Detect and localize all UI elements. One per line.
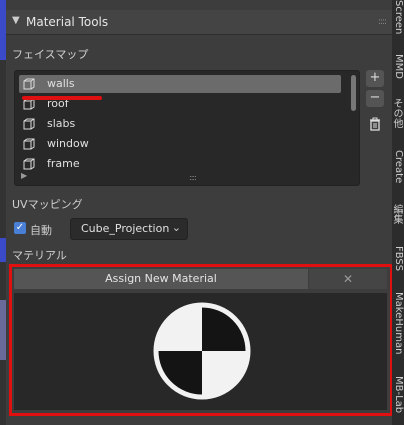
- tab-other[interactable]: その他: [392, 98, 404, 134]
- face-map-icon: [23, 158, 35, 170]
- panel-title: Material Tools: [26, 15, 109, 29]
- auto-checkbox[interactable]: ✓: [14, 222, 26, 234]
- tab-screen[interactable]: Screen: [392, 0, 404, 36]
- tab-mb-lab[interactable]: MB-Lab: [392, 376, 404, 425]
- face-map-icon: [23, 78, 35, 90]
- auto-label: 自動: [30, 224, 52, 237]
- face-map-name: walls: [47, 77, 75, 90]
- list-scrollbar[interactable]: [351, 75, 356, 111]
- list-item[interactable]: walls: [19, 75, 341, 93]
- face-map-name: window: [47, 137, 89, 150]
- material-tools-panel: ▼ Material Tools :::: フェイスマップ walls roof…: [6, 0, 393, 425]
- face-map-icon: [23, 118, 35, 130]
- face-map-label: フェイスマップ: [12, 48, 89, 61]
- expand-triangle-icon[interactable]: ▶: [21, 171, 27, 180]
- collapse-arrow-icon[interactable]: ▼: [12, 15, 20, 26]
- trash-button[interactable]: [366, 116, 384, 133]
- face-map-list[interactable]: walls roof slabs window frame ▶::::: [14, 70, 360, 186]
- list-item[interactable]: frame: [19, 155, 341, 173]
- highlight-box: [9, 264, 393, 416]
- sidebar-tabs: Screen MMD その他 Create 編集 FBSS MakeHuman …: [392, 0, 404, 425]
- face-map-icon: [23, 138, 35, 150]
- uv-mapping-label: UVマッピング: [12, 198, 83, 211]
- projection-select[interactable]: Cube_Projection ⌄: [70, 218, 188, 240]
- add-face-map-button[interactable]: +: [366, 70, 384, 87]
- tab-mmd[interactable]: MMD: [392, 54, 404, 88]
- tab-edit[interactable]: 編集: [392, 204, 404, 232]
- trash-icon: [370, 117, 380, 131]
- face-map-name: slabs: [47, 117, 76, 130]
- panel-header[interactable]: ▼ Material Tools ::::: [6, 10, 392, 35]
- list-item[interactable]: slabs: [19, 115, 341, 133]
- projection-value: Cube_Projection: [81, 222, 170, 235]
- highlight-underline: [22, 96, 102, 100]
- remove-face-map-button[interactable]: −: [366, 90, 384, 107]
- tab-makehuman[interactable]: MakeHuman: [392, 292, 404, 358]
- resize-grip-icon[interactable]: ::::: [189, 173, 197, 182]
- drag-grip-icon[interactable]: ::::: [378, 17, 387, 27]
- material-label: マテリアル: [12, 249, 67, 262]
- face-map-name: frame: [47, 157, 80, 170]
- list-item[interactable]: window: [19, 135, 341, 153]
- tab-create[interactable]: Create: [392, 150, 404, 194]
- chevron-down-icon: ⌄: [171, 221, 181, 234]
- tab-fbss[interactable]: FBSS: [392, 246, 404, 280]
